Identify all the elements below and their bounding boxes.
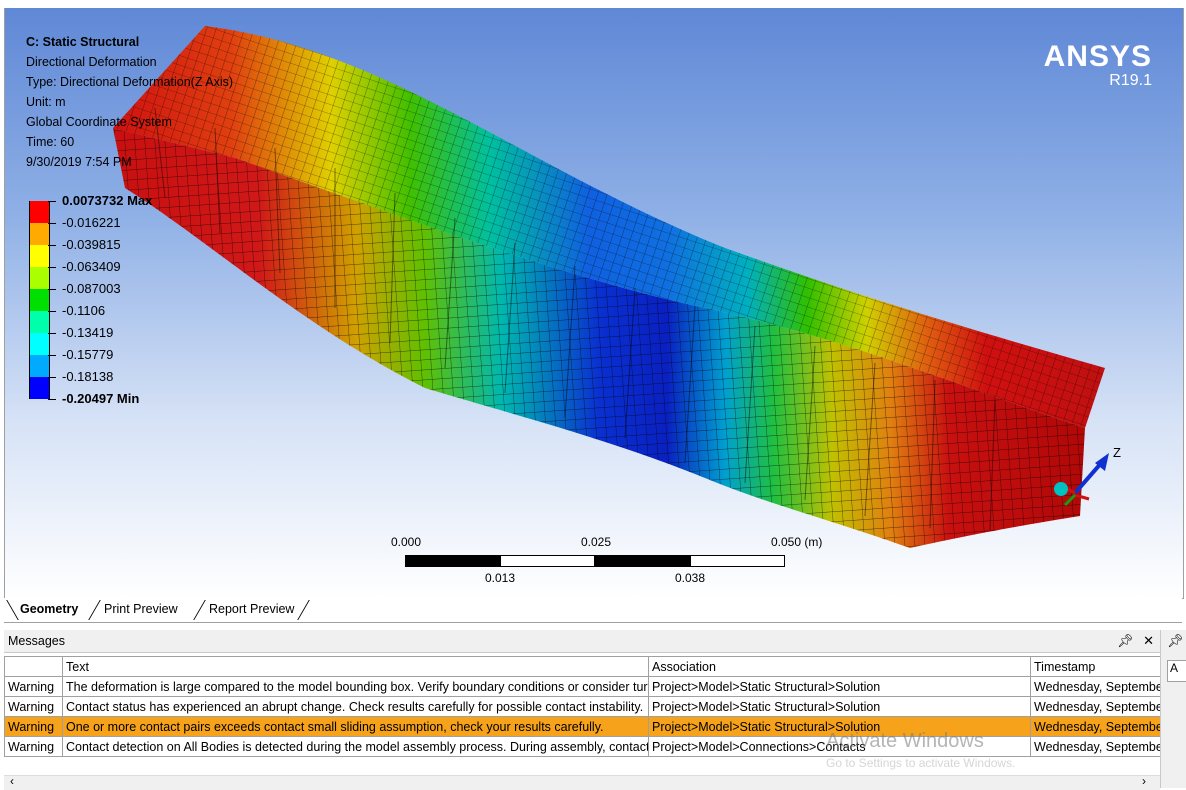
- info-line: 9/30/2019 7:54 PM: [26, 155, 132, 169]
- table-header-row: Text Association Timestamp: [4, 656, 1161, 677]
- message-type: Warning: [4, 696, 63, 717]
- scale-bar: 0.000 0.025 0.050 (m) 0.013 0.038: [391, 535, 822, 595]
- triad-z-label: Z: [1113, 445, 1121, 460]
- scale-label: 0.038: [675, 571, 706, 585]
- message-text: One or more contact pairs exceeds contac…: [62, 716, 649, 737]
- message-timestamp: Wednesday, September 25, 2019: [1030, 716, 1161, 737]
- result-info: C: Static Structural Directional Deforma…: [26, 32, 233, 172]
- legend-label: -0.087003: [62, 281, 121, 296]
- messages-title-bar: Messages 📌︎ ✕: [4, 630, 1160, 653]
- legend-swatch: [29, 311, 50, 333]
- legend-max-label: 0.0073732 Max: [62, 193, 153, 208]
- legend-swatch: [29, 333, 50, 355]
- column-header[interactable]: Timestamp: [1030, 656, 1161, 677]
- legend-label: -0.13419: [62, 325, 114, 340]
- column-header[interactable]: [4, 656, 63, 677]
- scroll-left-icon[interactable]: ‹: [10, 774, 14, 788]
- message-type: Warning: [4, 716, 63, 737]
- message-text: Contact status has experienced an abrupt…: [62, 696, 649, 717]
- info-line: Global Coordinate System: [26, 115, 172, 129]
- activation-watermark: Activate Windows: [826, 730, 984, 752]
- view-tabs: Geometry Print Preview Report Preview: [4, 598, 1182, 623]
- table-row[interactable]: Warning Contact detection on All Bodies …: [4, 736, 1161, 757]
- legend-swatch: [29, 289, 50, 311]
- legend-label: -0.016221: [62, 215, 121, 230]
- message-type: Warning: [4, 676, 63, 697]
- tab-report-preview[interactable]: Report Preview: [193, 600, 311, 620]
- scale-label: 0.025: [581, 535, 612, 549]
- legend-swatch: [29, 355, 50, 377]
- tab-label: Geometry: [20, 602, 79, 616]
- scale-segment: [595, 555, 690, 567]
- scale-segment: [405, 555, 500, 567]
- column-header[interactable]: Text: [62, 656, 649, 677]
- info-line: Directional Deformation: [26, 55, 157, 69]
- axis-triad[interactable]: Z: [1025, 433, 1135, 543]
- legend-swatch: [29, 223, 50, 245]
- message-timestamp: Wednesday, September 25, 2019: [1030, 696, 1161, 717]
- info-line: Type: Directional Deformation(Z Axis): [26, 75, 234, 89]
- logo-version: R19.1: [1109, 72, 1152, 89]
- legend-label: -0.063409: [62, 259, 121, 274]
- ansys-logo: ANSYS R19.1: [1044, 42, 1152, 90]
- tab-print-preview[interactable]: Print Preview: [88, 600, 188, 620]
- legend-min-label: -0.20497 Min: [62, 391, 140, 406]
- scale-label: 0.013: [485, 571, 516, 585]
- scale-segment: [500, 555, 595, 567]
- scale-label: 0.050 (m): [771, 535, 823, 549]
- pin-icon[interactable]: 📌︎: [1117, 633, 1134, 648]
- analysis-title: C: Static Structural: [26, 35, 140, 49]
- message-association: Project>Model>Static Structural>Solution: [648, 696, 1031, 717]
- legend-swatch: [29, 201, 50, 223]
- activation-watermark-subtext: Go to Settings to activate Windows.: [826, 756, 1016, 770]
- scroll-right-icon[interactable]: ›: [1142, 774, 1146, 788]
- message-text: The deformation is large compared to the…: [62, 676, 649, 697]
- info-line: Time: 60: [26, 135, 75, 149]
- legend-swatch: [29, 377, 50, 399]
- tab-geometry[interactable]: Geometry: [6, 600, 88, 620]
- message-type: Warning: [4, 736, 63, 757]
- logo-name: ANSYS: [1043, 40, 1152, 73]
- scale-segment: [690, 555, 785, 567]
- message-timestamp: Wednesday, September 25, 2019: [1030, 736, 1161, 757]
- tab-label: Print Preview: [104, 602, 178, 616]
- legend-swatch: [29, 267, 50, 289]
- legend-label: -0.18138: [62, 369, 114, 384]
- pin-icon[interactable]: 📌︎: [1167, 633, 1184, 649]
- legend-label: -0.15779: [62, 347, 114, 362]
- info-line: Unit: m: [26, 95, 66, 109]
- graphics-viewport[interactable]: C: Static Structural Directional Deforma…: [4, 8, 1184, 599]
- close-icon[interactable]: ✕: [1143, 633, 1154, 648]
- tab-label: Report Preview: [209, 602, 295, 616]
- table-row[interactable]: Warning Contact status has experienced a…: [4, 696, 1161, 717]
- column-header[interactable]: Association: [648, 656, 1031, 677]
- message-timestamp: Wednesday, September 25, 2019: [1030, 676, 1161, 697]
- table-row-selected[interactable]: Warning One or more contact pairs exceed…: [4, 716, 1161, 737]
- side-pane: 📌︎ A: [1160, 630, 1186, 788]
- table-row[interactable]: Warning The deformation is large compare…: [4, 676, 1161, 697]
- messages-title: Messages: [8, 634, 65, 648]
- scale-label: 0.000: [391, 535, 422, 549]
- message-association: Project>Model>Static Structural>Solution: [648, 676, 1031, 697]
- legend-swatch: [29, 245, 50, 267]
- side-pane-field[interactable]: A: [1167, 660, 1186, 682]
- messages-table: Text Association Timestamp Warning The d…: [4, 656, 1161, 757]
- legend-label: -0.039815: [62, 237, 121, 252]
- message-text: Contact detection on All Bodies is detec…: [62, 736, 649, 757]
- legend-label: -0.1106: [62, 303, 106, 318]
